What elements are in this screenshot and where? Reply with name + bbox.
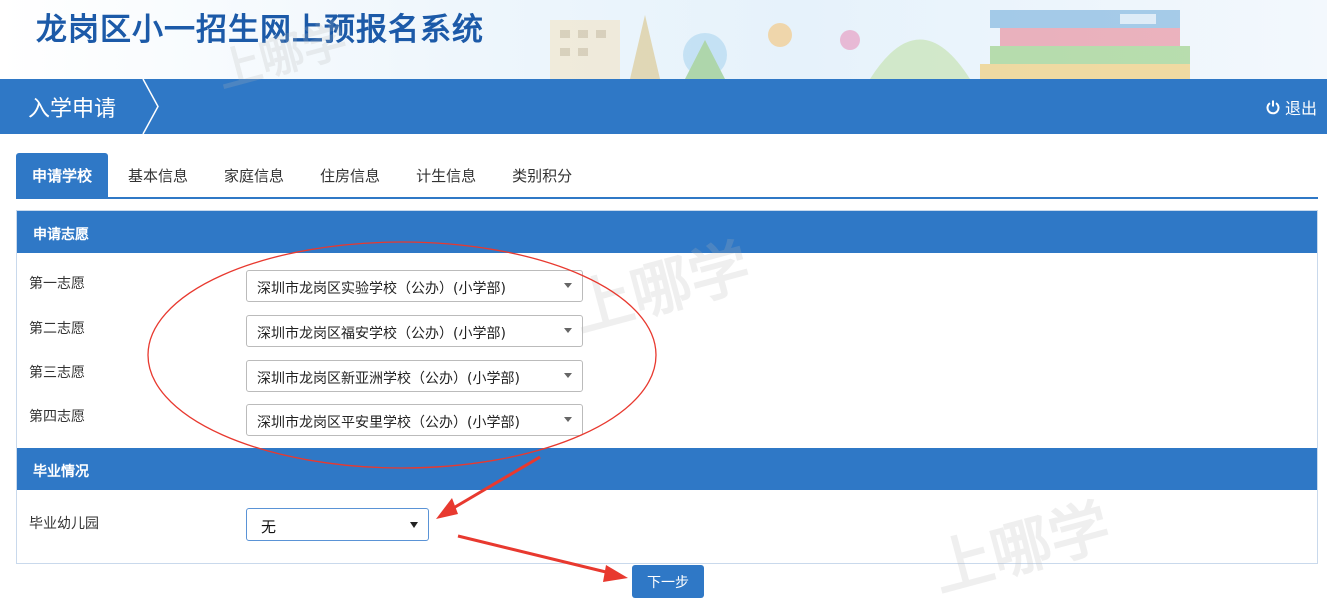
section-header-graduation: 毕业情况 [17,448,1317,490]
logout-button[interactable]: 退出 [1265,95,1317,119]
preference-2-label: 第二志愿 [29,321,85,337]
tab-underline [16,197,1318,199]
breadcrumb-chevron-icon [142,79,159,134]
logout-label: 退出 [1284,99,1317,118]
preference-2-select[interactable]: 深圳市龙岗区福安学校（公办）(小学部) [246,315,583,347]
preference-3-select[interactable]: 深圳市龙岗区新亚洲学校（公办）(小学部) [246,360,583,392]
banner-illustration [550,10,1190,79]
tab-housing-info[interactable]: 住房信息 [304,153,396,198]
preference-1-value: 深圳市龙岗区实验学校（公办）(小学部) [257,281,506,297]
dropdown-caret-icon [564,373,572,378]
preference-4-value: 深圳市龙岗区平安里学校（公办）(小学部) [257,415,520,431]
header-banner: 龙岗区小一招生网上预报名系统 [0,0,1327,79]
form-tabs: 申请学校 基本信息 家庭信息 住房信息 计生信息 类别积分 [16,153,592,198]
power-icon [1266,100,1280,115]
preference-4-select[interactable]: 深圳市龙岗区平安里学校（公办）(小学部) [246,404,583,436]
tab-category-points[interactable]: 类别积分 [496,153,588,198]
page-title: 入学申请 [28,97,117,122]
preference-3-label: 第三志愿 [29,365,85,381]
tab-family-info[interactable]: 家庭信息 [208,153,300,198]
top-navbar: 入学申请 退出 [0,79,1327,134]
tab-family-planning-info[interactable]: 计生信息 [400,153,492,198]
tab-apply-school[interactable]: 申请学校 [16,153,109,198]
kindergarten-select[interactable]: 无 [246,508,429,541]
kindergarten-label: 毕业幼儿园 [29,516,99,532]
dropdown-caret-icon [410,522,418,528]
dropdown-caret-icon [564,417,572,422]
preference-4-label: 第四志愿 [29,409,85,425]
tab-basic-info[interactable]: 基本信息 [112,153,204,198]
preference-2-value: 深圳市龙岗区福安学校（公办）(小学部) [257,326,506,342]
preference-3-value: 深圳市龙岗区新亚洲学校（公办）(小学部) [257,371,520,387]
dropdown-caret-icon [564,328,572,333]
preference-1-select[interactable]: 深圳市龙岗区实验学校（公办）(小学部) [246,270,583,302]
kindergarten-value: 无 [261,518,277,536]
preference-1-label: 第一志愿 [29,276,85,292]
next-step-button[interactable]: 下一步 [632,565,704,598]
